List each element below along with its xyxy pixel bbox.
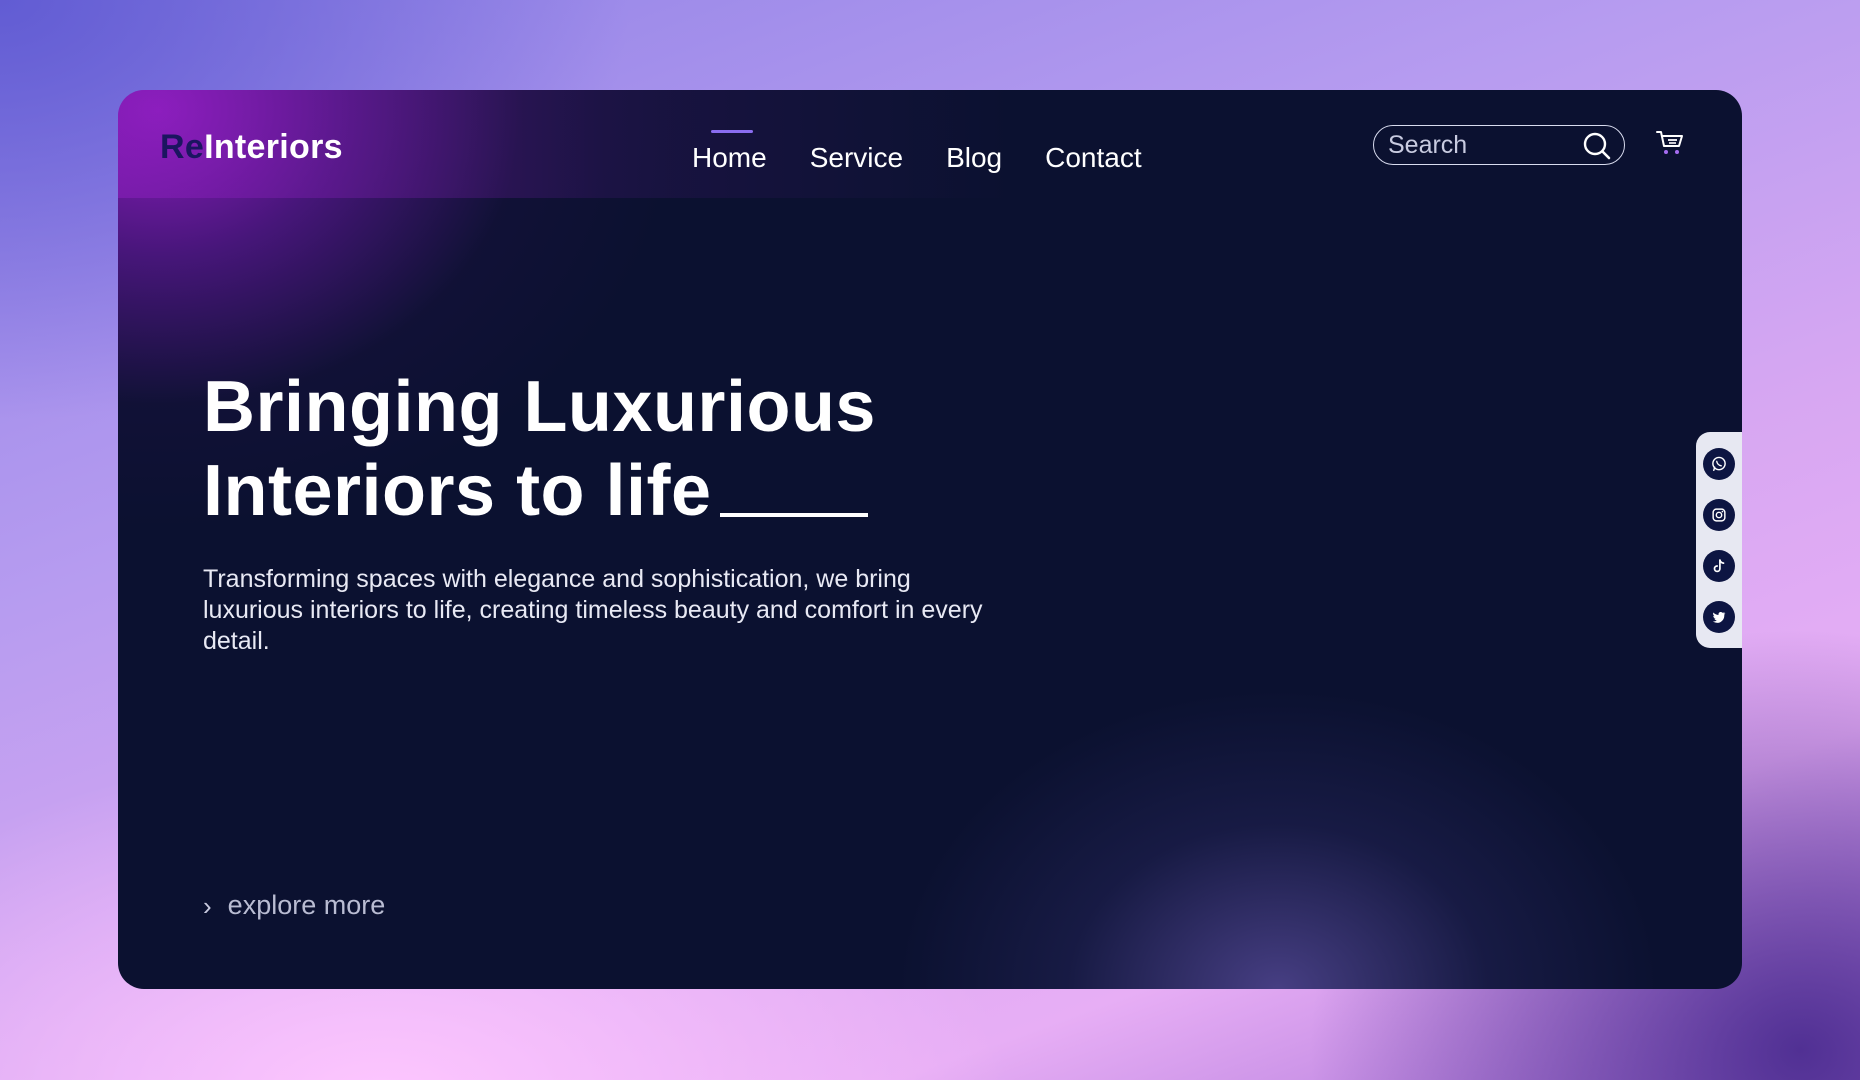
top-navigation-bar: ReInteriors Home Service Blog Contact	[118, 90, 1742, 198]
explore-more-link[interactable]: › explore more	[203, 890, 385, 921]
social-sidebar	[1696, 432, 1742, 648]
cart-icon[interactable]	[1655, 128, 1685, 158]
hero-card: ReInteriors Home Service Blog Contact Br…	[118, 90, 1742, 989]
main-nav: Home Service Blog Contact	[692, 130, 1185, 178]
instagram-icon[interactable]	[1703, 498, 1735, 531]
search-icon[interactable]	[1582, 131, 1612, 161]
nav-item-service[interactable]: Service	[810, 138, 903, 178]
search-box	[1373, 125, 1625, 165]
hero-title-line-2: Interiors to life	[203, 451, 712, 531]
hero-title: Bringing Luxurious Interiors to life	[203, 365, 876, 533]
tiktok-icon[interactable]	[1703, 549, 1735, 582]
logo-prefix: Re	[160, 128, 205, 166]
nav-item-home[interactable]: Home	[692, 130, 767, 178]
logo-suffix: Interiors	[204, 128, 343, 166]
chevron-right-icon: ›	[203, 890, 212, 921]
nav-item-contact[interactable]: Contact	[1045, 138, 1142, 178]
search-input[interactable]	[1388, 130, 1573, 160]
explore-more-label: explore more	[227, 890, 386, 920]
hero-description: Transforming spaces with elegance and so…	[203, 565, 983, 655]
twitter-icon[interactable]	[1703, 600, 1735, 633]
logo[interactable]: ReInteriors	[160, 128, 343, 167]
nav-item-blog[interactable]: Blog	[946, 138, 1002, 178]
title-underline-dash	[719, 513, 868, 517]
hero-title-line-1: Bringing Luxurious	[203, 367, 876, 447]
whatsapp-icon[interactable]	[1703, 447, 1735, 480]
